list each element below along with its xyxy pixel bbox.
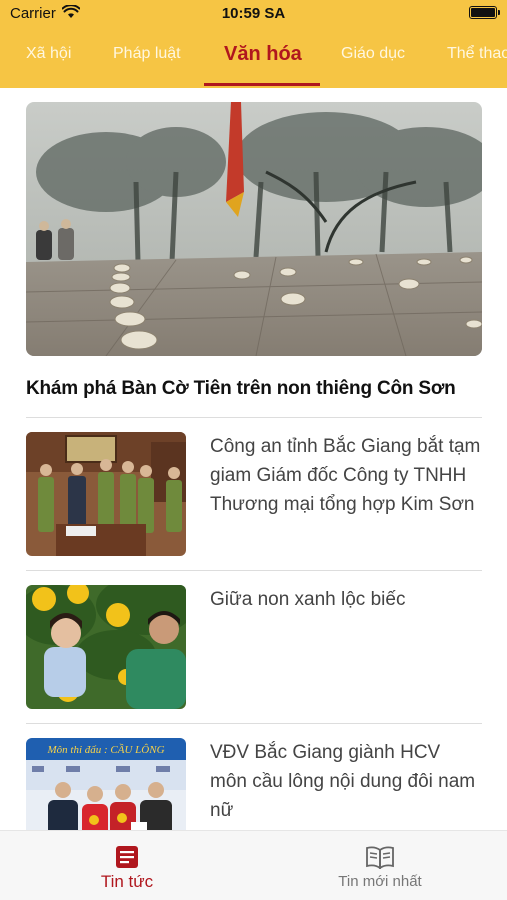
article-title[interactable]: Giữa non xanh lộc biếc — [210, 585, 482, 614]
list-item[interactable]: Môn thi đấu : CẦU LÔNG VĐV Bắc Giang già… — [26, 738, 482, 830]
article-title[interactable]: VĐV Bắc Giang giành HCV môn cầu lông nội… — [210, 738, 482, 825]
clock: 10:59 SA — [221, 5, 286, 22]
divider — [26, 417, 482, 418]
article-thumbnail — [26, 585, 186, 709]
list-item[interactable]: Giữa non xanh lộc biếc — [26, 585, 482, 709]
battery-icon — [469, 6, 500, 19]
divider — [26, 723, 482, 724]
article-title[interactable]: Công an tỉnh Bắc Giang bắt tạm giam Giám… — [210, 432, 482, 519]
news-icon — [115, 845, 139, 869]
article-thumbnail — [26, 432, 186, 556]
status-bar: Carrier 10:59 SA — [0, 0, 507, 30]
banner-text: Môn thi đấu : CẦU LÔNG — [46, 744, 164, 756]
article-thumbnail: Môn thi đấu : CẦU LÔNG — [26, 738, 186, 830]
bottom-tab-latest-label: Tin mới nhất — [338, 873, 422, 890]
featured-title[interactable]: Khám phá Bàn Cờ Tiên trên non thiêng Côn… — [26, 378, 486, 400]
article-list: Khám phá Bàn Cờ Tiên trên non thiêng Côn… — [0, 88, 507, 830]
book-icon — [366, 845, 394, 870]
list-item[interactable]: Công an tỉnh Bắc Giang bắt tạm giam Giám… — [26, 432, 482, 556]
bottom-tab-bar: Tin tức Tin mới nhất — [0, 830, 507, 900]
tab-phap-luat[interactable]: Pháp luật — [113, 45, 181, 63]
tab-the-thao[interactable]: Thể thao — [447, 45, 507, 63]
divider — [26, 570, 482, 571]
tab-giao-duc[interactable]: Giáo dục — [341, 45, 405, 63]
active-tab-indicator — [204, 83, 320, 86]
tab-xa-hoi[interactable]: Xã hội — [26, 45, 71, 63]
app-header: Carrier 10:59 SA Xã hội Pháp luật Văn hó… — [0, 0, 507, 88]
featured-image[interactable] — [26, 102, 482, 356]
bottom-tab-news[interactable]: Tin tức — [27, 831, 227, 900]
tab-van-hoa[interactable]: Văn hóa — [224, 43, 302, 66]
bottom-tab-latest[interactable]: Tin mới nhất — [280, 831, 480, 900]
bottom-tab-news-label: Tin tức — [100, 872, 154, 891]
category-tabs: Xã hội Pháp luật Văn hóa Giáo dục Thể th… — [0, 30, 507, 86]
